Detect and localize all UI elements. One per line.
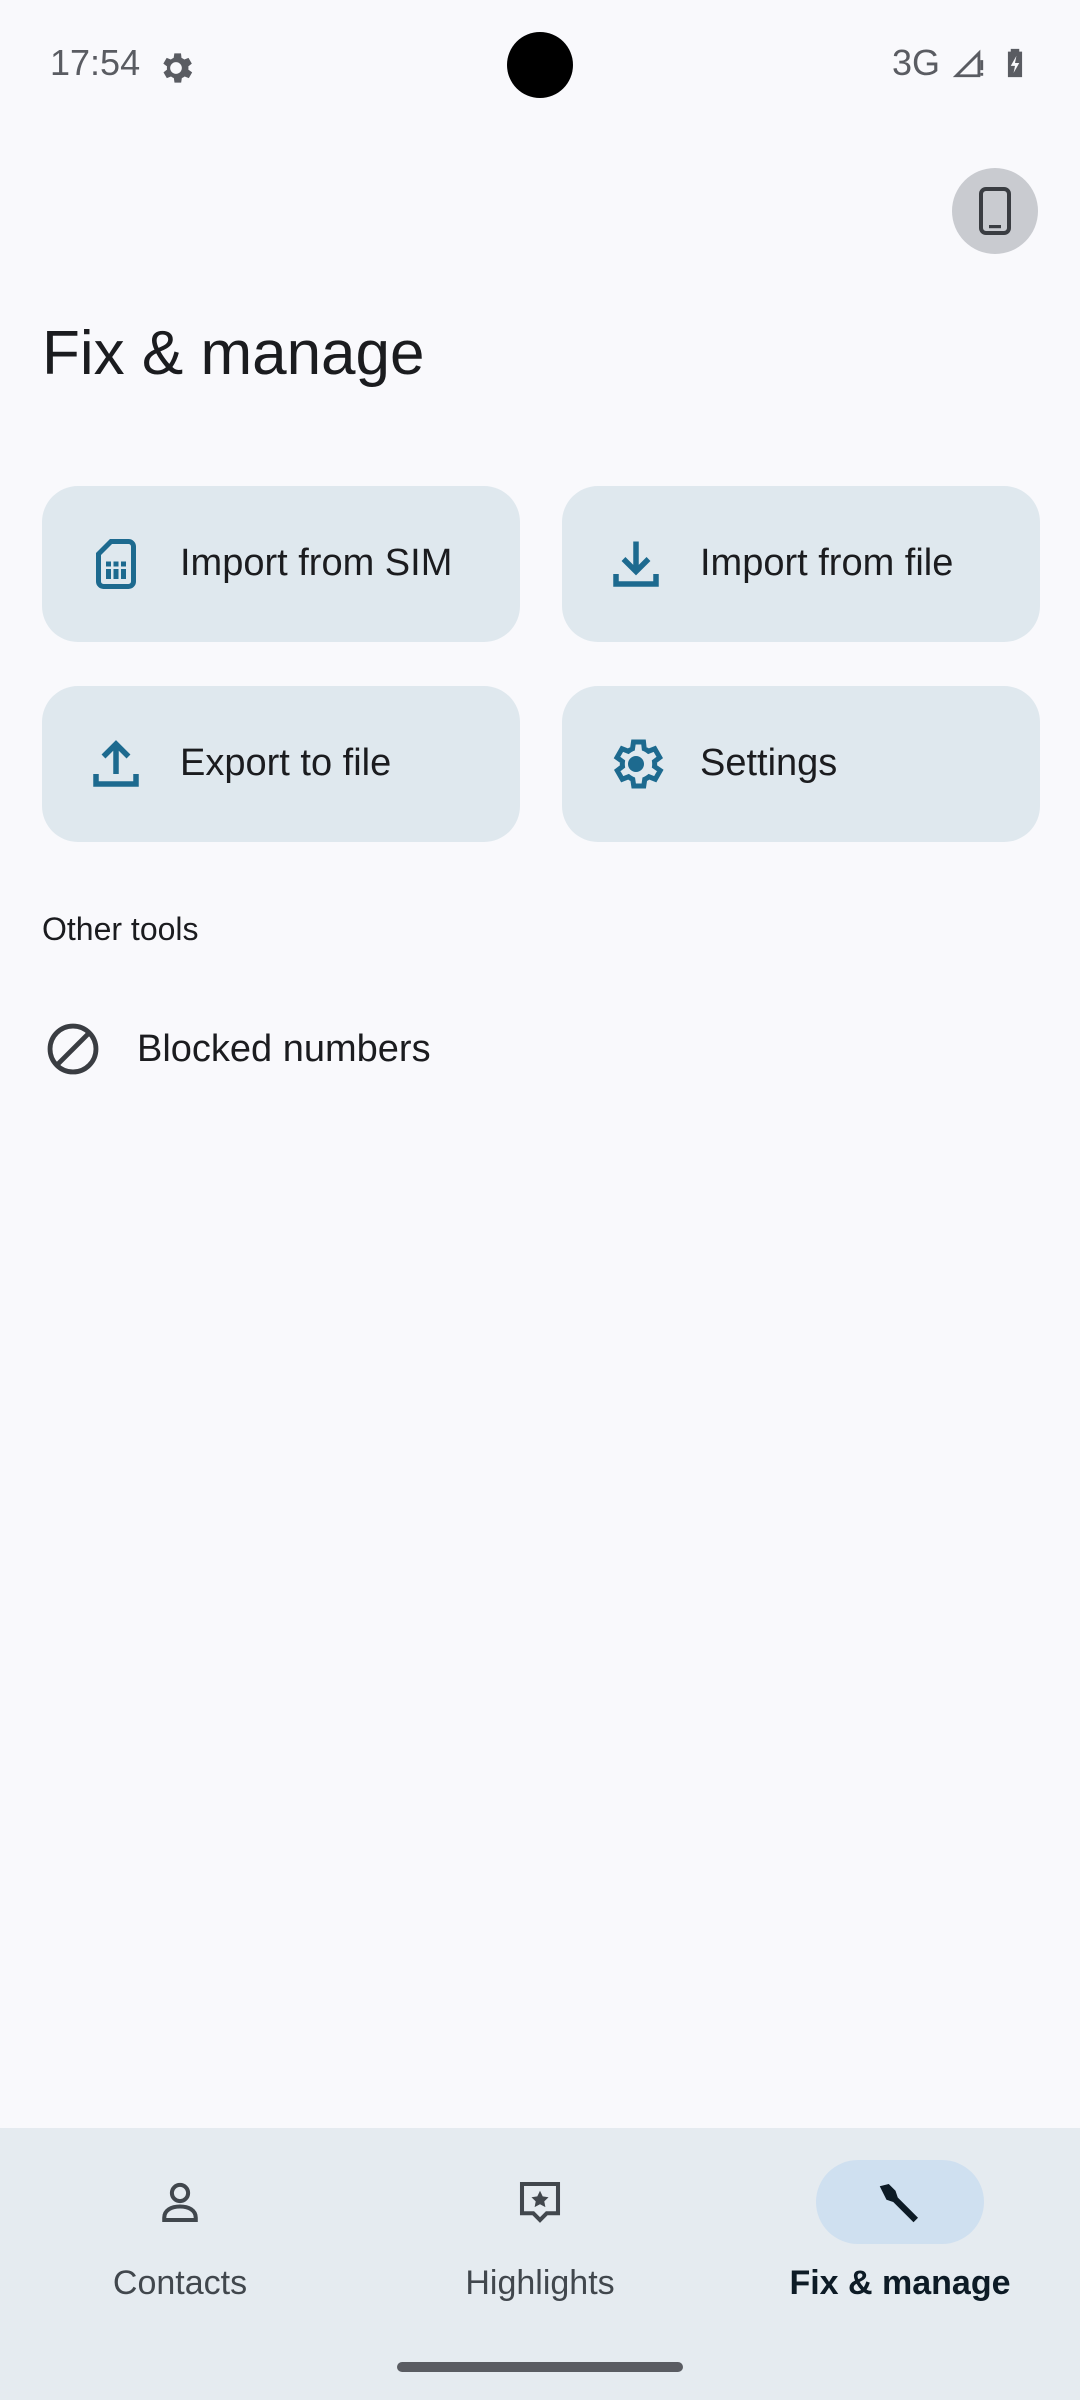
nav-item-contacts[interactable]: Contacts bbox=[0, 2128, 360, 2338]
tool-label: Export to file bbox=[180, 742, 392, 784]
tool-label: Import from file bbox=[700, 542, 954, 584]
bottom-navigation: Contacts Highlights Fix & manage bbox=[0, 2128, 1080, 2400]
signal-icon bbox=[952, 49, 984, 78]
phone-account-icon bbox=[979, 187, 1011, 235]
status-time: 17:54 bbox=[50, 42, 141, 83]
section-label-other-tools: Other tools bbox=[42, 911, 199, 947]
account-button[interactable] bbox=[952, 168, 1038, 254]
download-icon bbox=[613, 541, 659, 587]
settings-icon bbox=[613, 739, 664, 789]
contacts-icon bbox=[162, 2182, 198, 2223]
top-app-bar bbox=[0, 128, 1080, 294]
export-to-file-button[interactable]: Export to file bbox=[42, 686, 520, 842]
import-from-sim-button[interactable]: Import from SIM bbox=[42, 486, 520, 642]
settings-gear-icon bbox=[163, 53, 193, 83]
status-indicators: 3G bbox=[892, 42, 1032, 84]
sim-card-icon bbox=[96, 539, 136, 589]
status-bar: 17:54 3G bbox=[0, 0, 1080, 128]
nav-label: Highlights bbox=[465, 2264, 615, 2302]
page-title: Fix & manage bbox=[42, 319, 425, 388]
upload-icon bbox=[93, 740, 139, 787]
settings-button[interactable]: Settings bbox=[562, 686, 1040, 842]
nav-pill-active bbox=[816, 2160, 984, 2244]
block-icon bbox=[47, 1023, 99, 1075]
list-item-label: Blocked numbers bbox=[137, 1028, 431, 1070]
battery-icon bbox=[1007, 48, 1023, 78]
network-type: 3G bbox=[891, 42, 940, 83]
screen: 17:54 3G Fix & manage Import from SIM Im… bbox=[0, 0, 1080, 2400]
camera-cutout bbox=[507, 32, 573, 98]
highlights-icon bbox=[519, 2181, 561, 2223]
nav-pill bbox=[456, 2160, 624, 2244]
wrench-icon bbox=[879, 2184, 918, 2223]
tool-label: Settings bbox=[700, 742, 838, 784]
home-indicator[interactable] bbox=[397, 2362, 683, 2372]
nav-item-fix-and-manage[interactable]: Fix & manage bbox=[720, 2128, 1080, 2338]
nav-label: Contacts bbox=[112, 2264, 248, 2302]
nav-item-highlights[interactable]: Highlights bbox=[360, 2128, 720, 2338]
nav-pill bbox=[96, 2160, 264, 2244]
blocked-numbers-item[interactable]: Blocked numbers bbox=[0, 974, 1080, 1122]
nav-label: Fix & manage bbox=[789, 2264, 1011, 2302]
import-from-file-button[interactable]: Import from file bbox=[562, 486, 1040, 642]
tool-label: Import from SIM bbox=[180, 542, 453, 584]
